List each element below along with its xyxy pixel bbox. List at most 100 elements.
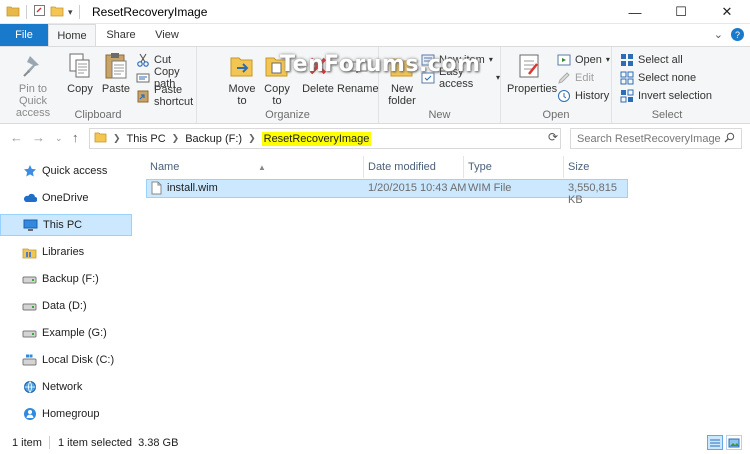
ribbon-options: ⌄ ? [714, 28, 744, 41]
sidebar-item-data-d[interactable]: Data (D:) [0, 295, 132, 317]
title-bar: ▾ ResetRecoveryImage — ☐ ✕ [0, 0, 750, 24]
refresh-icon[interactable]: ⟳ [548, 130, 558, 144]
table-row[interactable]: install.wim 1/20/2015 10:43 AM WIM File … [146, 179, 628, 206]
sidebar-item-local-disk-c[interactable]: Local Disk (C:) [0, 349, 132, 371]
chevron-right-icon[interactable]: ❯ [248, 133, 256, 144]
customize-toolbar-icon[interactable]: ▾ [68, 7, 73, 18]
sidebar-item-network[interactable]: Network [0, 376, 132, 398]
back-icon[interactable]: ← [10, 130, 23, 145]
sidebar-item-label: OneDrive [42, 192, 89, 204]
breadcrumb-current-folder[interactable]: ResetRecoveryImage [261, 131, 372, 146]
address-bar[interactable]: ❯ This PC ❯ Backup (F:) ❯ ResetRecoveryI… [89, 128, 561, 149]
sidebar-item-libraries[interactable]: Libraries [0, 241, 132, 263]
drive-icon [22, 299, 37, 314]
column-header-label: Size [568, 161, 590, 173]
details-view-icon [710, 439, 720, 446]
clipboard-group-label: Clipboard [74, 109, 122, 121]
properties-icon[interactable] [33, 4, 46, 20]
search-input[interactable]: Search ResetRecoveryImage [570, 128, 742, 149]
sidebar-item-label: Data (D:) [42, 300, 87, 312]
edit-button[interactable]: Edit [557, 69, 594, 86]
search-icon [724, 132, 735, 146]
history-label: History [575, 89, 610, 102]
cut-label: Cut [154, 53, 172, 66]
chevron-right-icon[interactable]: ❯ [113, 133, 121, 144]
forward-icon[interactable]: → [32, 130, 45, 145]
column-header-date-modified[interactable]: Date modified [362, 156, 464, 178]
expand-ribbon-icon[interactable]: ⌄ [714, 28, 723, 41]
select-none-icon [620, 71, 634, 85]
cloud-icon [22, 191, 37, 206]
properties-label: Properties [507, 83, 558, 95]
column-header-label: Type [468, 161, 492, 173]
copy-icon [66, 51, 94, 81]
chevron-right-icon[interactable]: ❯ [172, 133, 180, 144]
navigation-pane: Quick access OneDrive This PC Libraries … [0, 151, 134, 431]
sidebar-item-homegroup[interactable]: Homegroup [0, 403, 132, 425]
column-header-type[interactable]: Type [462, 156, 564, 178]
file-name: install.wim [167, 182, 218, 194]
select-none-button[interactable]: Select none [620, 69, 696, 86]
file-type: WIM File [468, 182, 512, 194]
sidebar-item-quick-access[interactable]: Quick access [0, 160, 132, 182]
sidebar-item-backup-f[interactable]: Backup (F:) [0, 268, 132, 290]
file-list: Name ▲ Date modified Type Size install.w… [134, 151, 750, 431]
new-group-label: New [428, 109, 451, 121]
minimize-button[interactable]: — [612, 0, 658, 24]
copy-button[interactable]: Copy [64, 51, 96, 95]
breadcrumb-backup[interactable]: Backup (F:) [185, 133, 242, 145]
new-folder-icon[interactable] [50, 5, 64, 20]
up-icon[interactable]: ↑ [72, 130, 79, 145]
tab-view[interactable]: View [146, 24, 188, 46]
clipboard-group: Pin to Quick access Copy Paste Cut Copy … [0, 47, 197, 123]
tab-share[interactable]: Share [100, 24, 142, 46]
copy-to-label: Copy to [264, 83, 290, 107]
open-label: Open [575, 53, 602, 66]
invert-selection-icon [620, 89, 634, 103]
help-icon[interactable]: ? [731, 28, 744, 41]
file-icon [151, 181, 162, 198]
edit-label: Edit [575, 71, 594, 84]
large-icons-view-icon [728, 438, 740, 447]
sidebar-item-example-g[interactable]: Example (G:) [0, 322, 132, 344]
invert-selection-label: Invert selection [638, 89, 712, 102]
column-header-size[interactable]: Size [562, 156, 630, 178]
paste-shortcut-label: Paste shortcut [154, 83, 194, 108]
maximize-button[interactable]: ☐ [658, 0, 704, 24]
tab-file[interactable]: File [0, 24, 48, 46]
status-item-count: 1 item [12, 437, 42, 449]
breadcrumb-this-pc[interactable]: This PC [127, 133, 166, 145]
move-to-button[interactable]: Move to [225, 51, 259, 107]
address-row: ← → ⌄ ↑ ❯ This PC ❯ Backup (F:) ❯ ResetR… [0, 125, 750, 151]
new-item-dropdown-icon: ▾ [488, 55, 493, 64]
delete-label: Delete [302, 83, 334, 95]
properties-button[interactable]: Properties [507, 51, 557, 95]
paste-button[interactable]: Paste [98, 51, 134, 95]
large-icons-view-button[interactable] [726, 435, 742, 450]
copy-path-icon [136, 71, 150, 85]
open-group: Properties Open ▾ Edit History Open [501, 47, 612, 123]
history-button[interactable]: History [557, 87, 609, 104]
network-icon [22, 380, 37, 395]
select-all-button[interactable]: Select all [620, 51, 683, 68]
sidebar-item-onedrive[interactable]: OneDrive [0, 187, 132, 209]
quick-access-toolbar: ▾ [6, 4, 82, 20]
windows-drive-icon [22, 353, 37, 368]
status-divider [49, 436, 50, 449]
sidebar-item-this-pc[interactable]: This PC [0, 214, 132, 236]
paste-shortcut-button[interactable]: Paste shortcut [136, 84, 196, 108]
open-icon [557, 53, 571, 67]
close-button[interactable]: ✕ [704, 0, 750, 24]
open-button[interactable]: Open ▾ [557, 51, 610, 68]
file-date-modified: 1/20/2015 10:43 AM [368, 182, 467, 194]
tab-home[interactable]: Home [48, 24, 96, 47]
invert-selection-button[interactable]: Invert selection [620, 87, 712, 104]
select-all-label: Select all [638, 53, 683, 66]
column-header-name[interactable]: Name ▲ [144, 156, 364, 178]
recent-locations-icon[interactable]: ⌄ [55, 133, 63, 144]
column-header-label: Date modified [368, 161, 436, 173]
paste-icon [102, 51, 130, 81]
window-controls: — ☐ ✕ [612, 0, 750, 24]
sidebar-item-label: Quick access [42, 165, 108, 177]
details-view-button[interactable] [707, 435, 723, 450]
